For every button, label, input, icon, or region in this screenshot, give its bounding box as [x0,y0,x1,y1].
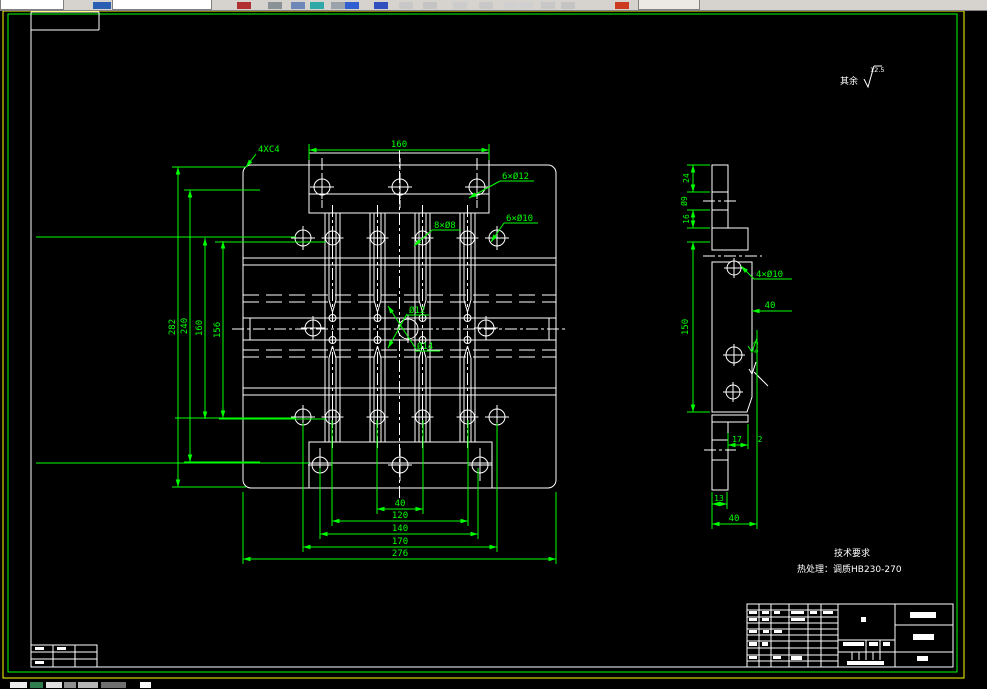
dim-156: 156 [213,322,223,338]
tech-req-title: 技术要求 [834,547,870,559]
title-block-text [774,611,780,614]
toolbar-input-field[interactable] [112,0,212,10]
toolbar-icon[interactable] [237,2,251,9]
toolbar-icon[interactable] [519,2,533,9]
title-block-text [791,656,802,660]
surface-note-prefix: 其余 [840,75,858,87]
taskbar-icon [46,682,62,688]
label-center-d14: Ø14 [417,341,433,352]
toolbar-icon[interactable] [345,2,359,9]
title-block-text [774,630,782,633]
title-block-text [917,656,928,661]
title-block-text [763,630,769,633]
dim-2: 2 [758,435,763,444]
toolbar-button[interactable] [638,0,700,10]
toolbar-icon[interactable] [615,2,629,9]
sig-text [35,661,44,664]
dim-40-right: 40 [765,301,776,311]
toolbar-icon[interactable] [561,2,575,9]
taskbar-icon [10,682,27,688]
taskbar-icon [101,682,126,688]
toolbar-icon[interactable] [399,2,413,9]
title-block-text [791,618,805,621]
sig-text [57,647,66,650]
dim-282: 282 [168,319,178,335]
dim-120: 120 [392,511,408,521]
tech-req-line: 热处理：调质HB230-270 [797,563,902,575]
label-8xd8: 8×Ø8 [434,220,456,231]
roughness-value: 6.3 [752,341,760,353]
dim-276: 276 [392,549,408,559]
toolbar-icon[interactable] [504,2,518,9]
dim-150: 150 [681,319,691,335]
toolbar-icon[interactable] [453,2,467,9]
dim-140: 140 [392,524,408,534]
dim-13: 13 [714,494,724,503]
title-block-text [847,661,884,665]
title-block-text [762,642,768,646]
title-block-text [749,618,757,621]
title-block-text [791,611,804,614]
dim-d9: Ø9 [679,196,689,206]
label-center-d12: Ø12 [409,305,425,316]
dim-160-v: 160 [195,320,205,336]
toolbar-combo-field[interactable] [0,0,64,10]
toolbar-icon[interactable] [479,2,493,9]
title-block-text [773,656,781,659]
toolbar-icon[interactable] [423,2,437,9]
title-block-text [861,617,866,622]
toolbar-icon[interactable] [310,2,324,9]
taskbar-icon [140,682,151,688]
dim-17: 17 [732,435,742,444]
title-block-text [749,656,757,659]
dim-24: 24 [682,173,691,183]
taskbar-icon [78,682,98,688]
label-6xd10: 6×Ø10 [506,213,533,224]
taskbar-icon [64,682,76,688]
dim-top: 160 [391,140,407,150]
dim-16: 16 [682,214,691,224]
toolbar-icon[interactable] [541,2,555,9]
title-block-text [810,611,817,614]
title-block-text [749,611,757,614]
surface-note-value: 12.5 [870,66,884,74]
title-block-text [749,630,757,633]
dim-40: 40 [395,499,406,509]
title-block-text [762,611,769,614]
title-block-text [843,642,864,646]
label-chamfer: 4XC4 [258,145,280,155]
new-file-icon[interactable] [93,2,111,9]
label-4xd10: 4×Ø10 [756,269,783,280]
toolbar-icon[interactable] [268,2,282,9]
dim-240: 240 [180,318,190,334]
sig-text [35,647,44,650]
title-block-text [883,642,890,646]
toolbar-icon[interactable] [374,2,388,9]
dim-170: 170 [392,537,408,547]
title-block-text [869,642,878,646]
toolbar-icon[interactable] [331,2,345,9]
title-block-text [913,634,934,640]
toolbar-icon[interactable] [291,2,305,9]
app-toolbar [0,0,987,11]
title-block-text [749,642,757,646]
label-6xd12: 6×Ø12 [502,171,529,182]
taskbar-icon [30,682,43,688]
drawing-canvas[interactable]: 160 282 240 160 156 40 120 140 170 276 4… [0,10,987,689]
title-block-text [910,612,936,618]
title-block-text [823,611,833,614]
title-block-text [762,618,769,621]
dim-40-bottom: 40 [729,514,740,524]
